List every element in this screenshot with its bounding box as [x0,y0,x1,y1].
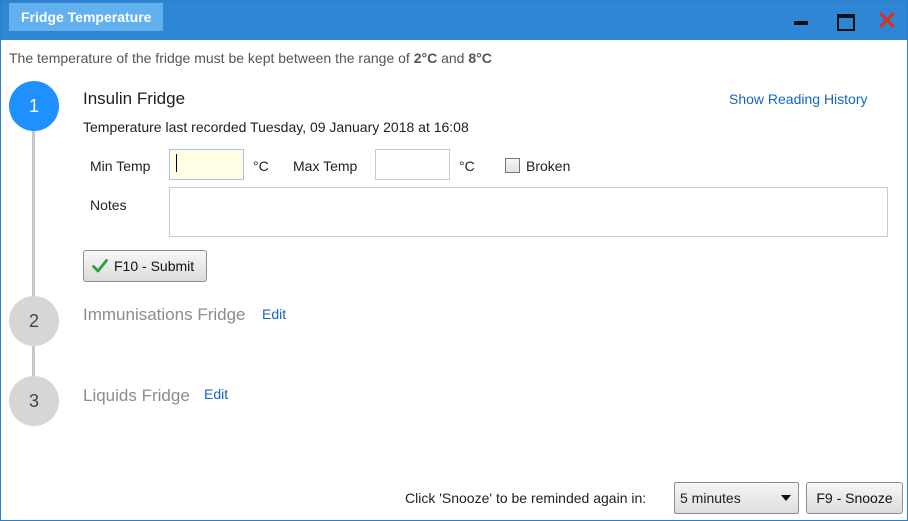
min-temp-input[interactable] [169,149,244,180]
snooze-instruction: Click 'Snooze' to be reminded again in: [405,490,647,506]
instruction-text: The temperature of the fridge must be ke… [9,50,410,66]
temperature-range-instruction: The temperature of the fridge must be ke… [9,50,492,66]
edit-liquids-link[interactable]: Edit [204,386,228,402]
snooze-duration-select[interactable]: 5 minutes [674,482,799,514]
broken-label[interactable]: Broken [526,158,570,174]
step-indicator-3: 3 [9,376,59,426]
minimize-icon[interactable] [791,9,813,31]
snooze-duration-value: 5 minutes [680,490,741,506]
close-icon[interactable] [876,9,898,31]
min-temp-label: Min Temp [90,158,151,174]
snooze-button[interactable]: F9 - Snooze [806,482,903,514]
dropdown-arrow-icon [781,495,791,501]
min-temp-unit: °C [253,158,269,174]
edit-immunisations-link[interactable]: Edit [262,306,286,322]
step-indicator-1: 1 [9,81,59,131]
fridge-temperature-window: Fridge Temperature The temperature of th… [0,0,908,521]
timeline-connector [32,129,35,297]
fridge-title-immunisations: Immunisations Fridge [83,305,246,324]
fridge-title-insulin: Insulin Fridge [83,89,186,108]
max-temp-label: Max Temp [293,158,358,174]
text-caret [176,154,177,172]
last-recorded-text: Temperature last recorded Tuesday, 09 Ja… [83,119,469,135]
maximize-icon[interactable] [834,9,856,31]
notes-textarea[interactable] [169,187,888,237]
submit-button-label: F10 - Submit [114,258,195,274]
instruction-joiner: and [441,50,465,66]
fridge-title-liquids: Liquids Fridge [83,386,190,405]
max-temp-input[interactable] [375,149,450,180]
broken-checkbox[interactable] [505,158,520,173]
max-range-value: 8°C [468,50,492,66]
window-title: Fridge Temperature [9,3,164,31]
submit-button[interactable]: F10 - Submit [83,250,207,282]
notes-label: Notes [90,197,127,213]
checkmark-icon [92,259,108,273]
timeline-connector [32,346,35,376]
max-temp-unit: °C [459,158,475,174]
step-indicator-2: 2 [9,296,59,346]
title-bar[interactable]: Fridge Temperature [1,1,907,40]
min-range-value: 2°C [413,50,438,66]
show-reading-history-link[interactable]: Show Reading History [729,91,868,107]
